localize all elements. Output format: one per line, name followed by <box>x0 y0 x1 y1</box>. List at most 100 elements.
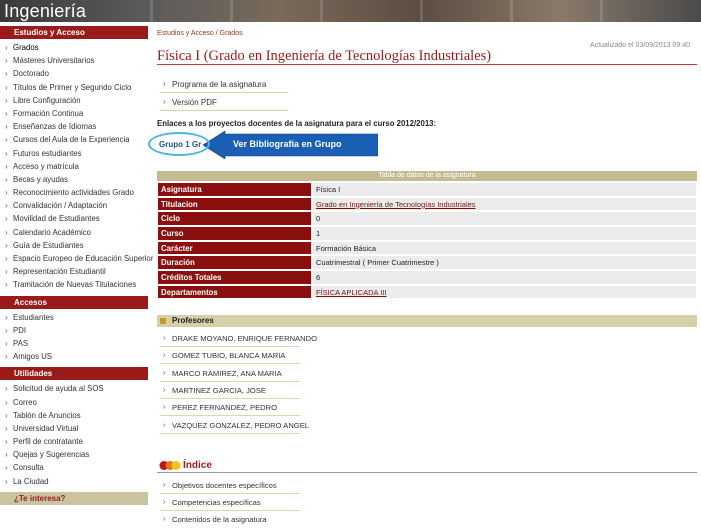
grupo-1-link[interactable]: Grupo 1 Gr <box>159 140 201 149</box>
sidebar-item-doctorado[interactable]: Doctorado <box>0 67 148 80</box>
table-row: Titulacion Grado en Ingeniería de Tecnol… <box>157 196 697 212</box>
sidebar-item-masteres[interactable]: Másteres Universitarios <box>0 54 148 67</box>
sidebar-item-libre-configuracion[interactable]: Libre Configuración <box>0 94 148 107</box>
row-value: Cuatrimestral ( Primer Cuatrimestre ) <box>312 255 697 270</box>
indice-divider <box>157 472 697 473</box>
sidebar-item-representacion[interactable]: Representación Estudiantil <box>0 265 148 278</box>
sidebar-item-guia[interactable]: Guía de Estudiantes <box>0 239 148 252</box>
profesor-link[interactable]: GOMEZ TUBIO, BLANCA MARIA <box>157 350 285 360</box>
sidebar-item-tablon[interactable]: Tablón de Anuncios <box>0 409 148 422</box>
site-title[interactable]: Ingeniería <box>4 0 86 22</box>
indice-link-objetivos[interactable]: Objetivos docentes específicos <box>157 480 277 490</box>
sidebar-item-ciudad[interactable]: La Ciudad <box>0 475 148 488</box>
sidebar-item-sos[interactable]: Solicitud de ayuda al SOS <box>0 382 148 395</box>
sidebar-item-amigos[interactable]: Amigos US <box>0 350 148 363</box>
sidebar-accesos-list: Estudiantes PDI PAS Amigos US <box>0 311 148 364</box>
sidebar-item-formacion-continua[interactable]: Formación Continua <box>0 107 148 120</box>
sidebar-item-aula-experiencia[interactable]: Cursos del Aula de la Experiencia <box>0 133 148 146</box>
row-label: Duración <box>157 255 312 270</box>
profesor-divider <box>160 346 300 347</box>
sidebar-item-titulos[interactable]: Títulos de Primer y Segundo Ciclo <box>0 81 148 94</box>
sidebar-item-correo[interactable]: Correo <box>0 396 148 409</box>
indice-dots-icon <box>159 461 181 470</box>
sidebar-item-grados[interactable]: Grados <box>0 41 148 54</box>
table-caption: Tabla de datos de la asignatura <box>157 171 697 181</box>
profesor-divider <box>160 398 300 399</box>
sidebar-item-becas[interactable]: Becas y ayudas <box>0 173 148 186</box>
sidebar-item-nuevas-titulaciones[interactable]: Tramitación de Nuevas Titulaciones <box>0 278 148 291</box>
row-label: Departamentos <box>157 284 312 300</box>
row-label: Titulacion <box>157 196 312 212</box>
sidebar-item-idiomas[interactable]: Enseñanzas de Idiomas <box>0 120 148 133</box>
profesores-header: Profesores <box>157 315 697 327</box>
sidebar-item-consulta[interactable]: Consulta <box>0 461 148 474</box>
row-value: Física I <box>312 182 697 197</box>
sidebar-item-eees[interactable]: Espacio Europeo de Educación Superior <box>0 252 153 265</box>
table-row: Ciclo 0 <box>157 211 697 226</box>
row-label: Curso <box>157 226 312 241</box>
sidebar-item-acceso-matricula[interactable]: Acceso y matrícula <box>0 160 148 173</box>
indice-divider <box>160 510 300 511</box>
profesor-divider <box>160 433 300 434</box>
profesor-link[interactable]: PEREZ FERNANDEZ, PEDRO <box>157 402 277 412</box>
sidebar-item-pas[interactable]: PAS <box>0 337 148 350</box>
table-row: Carácter Formación Básica <box>157 240 697 256</box>
row-label: Ciclo <box>157 211 312 226</box>
row-label: Créditos Totales <box>157 270 312 285</box>
sidebar-item-quejas[interactable]: Quejas y Sugerencias <box>0 448 148 461</box>
title-divider <box>157 64 697 65</box>
sidebar-item-estudiantes[interactable]: Estudiantes <box>0 311 148 324</box>
sidebar-item-movilidad[interactable]: Movilidad de Estudiantes <box>0 212 148 225</box>
sidebar-section-utilidades[interactable]: Utilidades <box>0 367 148 381</box>
sidebar-item-futuros-estudiantes[interactable]: Futuros estudiantes <box>0 147 148 160</box>
indice-title: Índice <box>183 460 212 471</box>
table-row: Créditos Totales 6 <box>157 270 697 285</box>
version-pdf-underline <box>160 110 288 111</box>
sidebar-item-reconocimiento[interactable]: Reconocimiento actividades Grado <box>0 186 148 199</box>
enlaces-text: Enlaces a los proyectos docentes de la a… <box>157 119 437 128</box>
site-header: Ingeniería <box>0 0 701 22</box>
sidebar-section-te-interesa[interactable]: ¿Te interesa? <box>0 491 148 505</box>
sidebar-item-calendario[interactable]: Calendario Académico <box>0 226 148 239</box>
row-value: 0 <box>312 211 697 226</box>
profesor-divider <box>160 363 300 364</box>
row-value: 6 <box>312 270 697 285</box>
table-row: Curso 1 <box>157 226 697 241</box>
sidebar-item-pdi[interactable]: PDI <box>0 324 148 337</box>
profesor-link[interactable]: DRAKE MOYANO, ENRIQUE FERNANDO <box>157 333 317 343</box>
profesor-link[interactable]: MARCO RAMIREZ, ANA MARIA <box>157 368 282 378</box>
sidebar-item-convalidacion[interactable]: Convalidación / Adaptación <box>0 199 148 212</box>
indice-link-competencias[interactable]: Competencias específicas <box>157 497 261 507</box>
profesor-link[interactable]: VAZQUEZ GONZALEZ, PEDRO ANGEL <box>157 420 309 430</box>
breadcrumb[interactable]: Estudios y Acceso / Grados <box>157 30 243 37</box>
sidebar-section-estudios[interactable]: Estudios y Acceso <box>0 26 148 39</box>
row-label: Asignatura <box>157 182 312 197</box>
profesor-link[interactable]: MARTINEZ GARCIA, JOSE <box>157 385 266 395</box>
programa-underline <box>160 92 288 93</box>
updated-timestamp: Actualizado el 03/09/2013 09:40 <box>590 42 691 49</box>
square-bullet-icon <box>160 318 166 324</box>
sidebar-section-accesos[interactable]: Accesos <box>0 295 148 309</box>
programa-link[interactable]: Programa de la asignatura <box>157 79 266 89</box>
profesor-divider <box>160 415 300 416</box>
profesores-title: Profesores <box>172 316 214 325</box>
asignatura-table: Asignatura Física I Titulacion Grado en … <box>157 182 697 300</box>
row-value: 1 <box>312 226 697 241</box>
indice-divider <box>160 493 300 494</box>
page-title: Física I (Grado en Ingeniería de Tecnolo… <box>157 48 492 64</box>
sidebar-item-perfil-contratante[interactable]: Perfil de contratante <box>0 435 148 448</box>
sidebar-item-universidad-virtual[interactable]: Universidad Virtual <box>0 422 148 435</box>
departamento-link[interactable]: FÍSICA APLICADA III <box>312 284 697 300</box>
profesor-divider <box>160 381 300 382</box>
table-row: Departamentos FÍSICA APLICADA III <box>157 284 697 300</box>
table-row: Duración Cuatrimestral ( Primer Cuatrime… <box>157 255 697 270</box>
table-row: Asignatura Física I <box>157 182 697 197</box>
version-pdf-link[interactable]: Versión PDF <box>157 97 217 107</box>
indice-link-contenidos[interactable]: Contenidos de la asignatura <box>157 514 267 524</box>
sidebar: Estudios y Acceso Grados Másteres Univer… <box>0 26 153 507</box>
sidebar-utilidades-list: Solicitud de ayuda al SOS Correo Tablón … <box>0 382 148 488</box>
row-label: Carácter <box>157 240 312 256</box>
titulacion-link[interactable]: Grado en Ingeniería de Tecnologías Indus… <box>312 196 697 212</box>
row-value: Formación Básica <box>312 240 697 256</box>
sidebar-estudios-list: Grados Másteres Universitarios Doctorado… <box>0 41 153 292</box>
